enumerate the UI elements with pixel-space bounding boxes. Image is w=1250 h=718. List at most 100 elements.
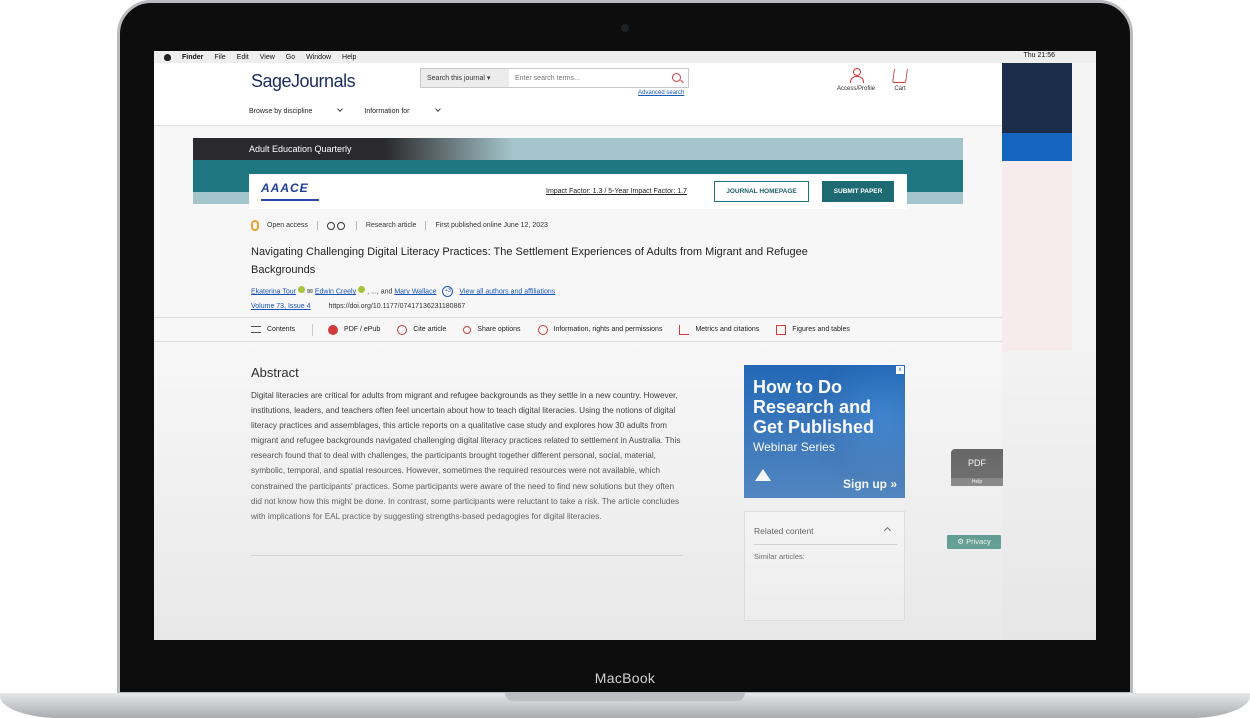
divider [425, 221, 427, 230]
download-icon [328, 324, 339, 335]
author-link[interactable]: Edwin Creely [315, 288, 356, 295]
abstract-divider [251, 555, 683, 556]
privacy-button[interactable]: ⚙ Privacy [947, 535, 1001, 549]
journal-title-bar [193, 138, 513, 160]
orcid-icon[interactable] [298, 286, 306, 294]
table-icon [776, 324, 787, 335]
view-all-authors-link[interactable]: View all authors and affiliations [459, 288, 555, 295]
share-button[interactable]: Share options [463, 325, 521, 334]
nav-browse-label: Browse by discipline [249, 108, 313, 115]
journal-info-bar: AAACE Impact Factor: 1.3 / 5-Year Impact… [249, 174, 907, 209]
search-icon[interactable] [672, 73, 681, 82]
site-header: SageJournals Search this journal ▾ Advan… [154, 63, 1002, 126]
by-icon[interactable] [336, 221, 345, 230]
journal-homepage-button[interactable]: JOURNAL HOMEPAGE [714, 181, 809, 202]
cart-button[interactable]: Cart [888, 68, 912, 92]
chart-icon [679, 324, 690, 335]
similar-articles-label: Similar articles: [754, 552, 805, 561]
divider [316, 221, 318, 230]
screen: Finder File Edit View Go Window Help Thu… [154, 51, 1096, 640]
submit-paper-button[interactable]: SUBMIT PAPER [822, 181, 894, 202]
doi-link[interactable]: https://doi.org/10.1177/0741713623118086… [329, 303, 466, 310]
privacy-label: Privacy [966, 537, 991, 546]
pdf-float-label: PDF [968, 458, 986, 468]
menu-file[interactable]: File [214, 54, 225, 61]
author-link[interactable]: Mary Wallace [394, 288, 436, 295]
ad-headline: How to Do Research and Get Published [753, 377, 875, 437]
apple-icon[interactable] [164, 53, 171, 61]
share-icon [463, 325, 472, 334]
author-list: Ekaterina Tour ✉ Edwin Creely, ..., and M… [251, 286, 556, 297]
share-label: Share options [477, 326, 521, 333]
impact-factor[interactable]: Impact Factor: 1.3 / 5-Year Impact Facto… [546, 188, 687, 195]
metrics-label: Metrics and citations [695, 326, 760, 333]
chevron-down-icon [434, 106, 441, 112]
ad-signup[interactable]: Sign up » [843, 477, 897, 491]
journal-title[interactable]: Adult Education Quarterly [249, 144, 352, 154]
menu-view[interactable]: View [260, 54, 275, 61]
orcid-icon[interactable] [358, 286, 366, 294]
divider [312, 323, 314, 336]
divider [754, 544, 897, 545]
sage-journals-logo[interactable]: SageJournals [251, 71, 356, 92]
authors-separator: , ..., and [367, 288, 393, 296]
menu-finder[interactable]: Finder [182, 54, 203, 61]
article-toolbar: Contents PDF / ePub Cite article Share o… [154, 317, 1002, 342]
cc-icon[interactable] [326, 221, 335, 230]
cart-icon [892, 69, 908, 83]
article-title: Navigating Challenging Digital Literacy … [251, 246, 808, 276]
help-label[interactable]: Help [951, 478, 1003, 486]
web-page: SageJournals Search this journal ▾ Advan… [154, 63, 1002, 640]
ad-close-icon[interactable]: x [896, 366, 904, 374]
nav-information-label: Information for [364, 108, 410, 115]
webinar-ad[interactable]: How to Do Research and Get Published Web… [744, 365, 905, 498]
nav-browse[interactable]: Browse by discipline [249, 106, 344, 115]
search-input[interactable] [509, 69, 688, 87]
cart-label: Cart [894, 86, 906, 92]
menu-go[interactable]: Go [286, 54, 295, 61]
bg-pink [1002, 161, 1072, 351]
menu-edit[interactable]: Edit [237, 54, 249, 61]
mac-menubar: Finder File Edit View Go Window Help Thu… [154, 51, 1096, 63]
pdf-button[interactable]: PDF / ePub [328, 324, 380, 335]
chevron-up-icon[interactable] [883, 526, 892, 535]
metrics-button[interactable]: Metrics and citations [679, 324, 760, 335]
menu-window[interactable]: Window [306, 54, 331, 61]
author-link[interactable]: Ekaterina Tour [251, 288, 296, 295]
account-label: Access/Profile [836, 86, 875, 92]
info-icon [537, 324, 548, 335]
bg-blue [1002, 133, 1072, 161]
clock[interactable]: Thu 21:56 [1023, 52, 1055, 59]
volume-issue-link[interactable]: Volume 73, Issue 4 [251, 303, 311, 310]
macbook-label: MacBook [594, 670, 656, 686]
ad-subline: Webinar Series [753, 440, 835, 454]
published-date: First published online June 12, 2023 [435, 222, 548, 229]
account-button[interactable]: Access/Profile [832, 68, 880, 92]
laptop-frame: Finder File Edit View Go Window Help Thu… [0, 0, 1250, 718]
cite-label: Cite article [413, 326, 447, 333]
menu-help[interactable]: Help [342, 54, 356, 61]
search-scope-label: Search this journal [427, 75, 485, 82]
info-button[interactable]: Information, rights and permissions [537, 324, 662, 335]
contents-label: Contents [267, 326, 296, 333]
search-box: Search this journal ▾ [420, 68, 689, 88]
floating-pdf-button[interactable]: PDF Help [951, 449, 1003, 486]
cite-button[interactable]: Cite article [397, 324, 447, 335]
advanced-search-link[interactable]: Advanced search [638, 90, 684, 96]
figures-button[interactable]: Figures and tables [776, 324, 850, 335]
apex-logo-icon [752, 469, 774, 489]
quote-icon [397, 324, 408, 335]
more-authors-badge[interactable]: +3 [442, 286, 454, 297]
search-scope-select[interactable]: Search this journal ▾ [421, 69, 509, 87]
divider [355, 221, 357, 230]
chevron-down-icon [337, 106, 344, 112]
related-heading[interactable]: Related content [754, 526, 814, 536]
open-access-icon [251, 220, 259, 231]
nav-information[interactable]: Information for [364, 106, 441, 115]
contents-button[interactable]: Contents [251, 326, 295, 333]
article-type: Research article [365, 222, 417, 229]
aaace-logo[interactable]: AAACE [261, 181, 319, 201]
related-content-panel: Related content Similar articles: [744, 511, 905, 621]
open-access-label: Open access [267, 222, 308, 229]
volume-line: Volume 73, Issue 4 https://doi.org/10.11… [251, 303, 465, 310]
